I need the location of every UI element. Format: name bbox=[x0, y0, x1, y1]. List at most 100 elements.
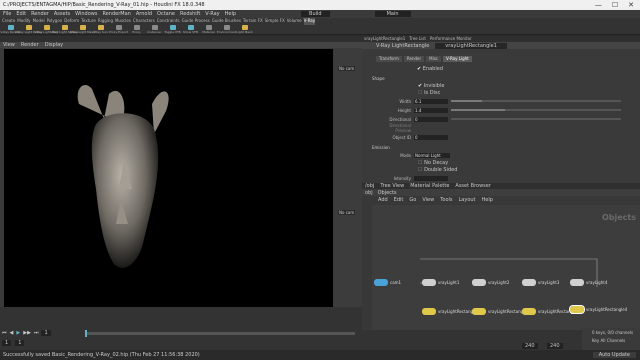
light-node[interactable] bbox=[570, 279, 584, 286]
menu-redshift[interactable]: Redshift bbox=[180, 11, 200, 17]
width-slider[interactable] bbox=[451, 100, 621, 102]
range-end[interactable]: 240 bbox=[547, 343, 563, 349]
menu-item[interactable]: Edit bbox=[394, 197, 404, 203]
shelf-tab[interactable]: Characters bbox=[133, 18, 155, 25]
directional-field[interactable]: 0 bbox=[414, 116, 448, 122]
menu-vray[interactable]: V-Ray bbox=[205, 11, 219, 17]
section-shape[interactable]: Shape bbox=[372, 76, 385, 81]
minimize-button[interactable]: — bbox=[595, 1, 602, 9]
viewport-menu[interactable]: Display bbox=[45, 42, 63, 48]
range-start[interactable]: 1 bbox=[15, 340, 25, 346]
playhead[interactable] bbox=[85, 330, 87, 337]
enabled-checkbox[interactable]: ✔ Enabled bbox=[417, 66, 443, 72]
shelf-tab[interactable]: Texture bbox=[81, 18, 96, 25]
height-slider[interactable] bbox=[451, 109, 621, 111]
menu-edit[interactable]: Edit bbox=[16, 11, 26, 17]
node-name-field[interactable]: vrayLightRectangle1 bbox=[435, 42, 507, 49]
light-rect-node[interactable] bbox=[522, 308, 536, 315]
auto-update-button[interactable]: Auto Update bbox=[592, 352, 636, 358]
shelf-tab[interactable]: Create bbox=[2, 18, 15, 25]
light-rect-node[interactable] bbox=[422, 308, 436, 315]
light-node[interactable] bbox=[422, 279, 436, 286]
shelf-tool[interactable]: Proxy bbox=[128, 25, 145, 35]
menu-assets[interactable]: Assets bbox=[54, 11, 70, 17]
object-id-field[interactable]: 0 bbox=[414, 134, 448, 140]
is-disc-checkbox[interactable]: ☐ Is Disc bbox=[418, 90, 440, 96]
maximize-button[interactable]: ☐ bbox=[612, 1, 618, 9]
play-icon[interactable]: ▶ bbox=[16, 330, 20, 336]
range-start[interactable]: 1 bbox=[2, 340, 12, 346]
path-item[interactable]: Objects bbox=[378, 190, 397, 196]
step-back-icon[interactable]: ◀ bbox=[10, 330, 14, 336]
shelf-tab[interactable]: Deform bbox=[64, 18, 79, 25]
menu-windows[interactable]: Windows bbox=[75, 11, 97, 17]
tab-misc[interactable]: Misc bbox=[426, 56, 442, 62]
width-field[interactable]: 6.1 bbox=[414, 98, 448, 104]
shelf-tab-vray[interactable]: V-Ray bbox=[303, 18, 316, 25]
camera-label[interactable]: No cam bbox=[338, 66, 356, 71]
shelf-tab[interactable]: Modify bbox=[17, 18, 30, 25]
range-end[interactable]: 240 bbox=[522, 343, 538, 349]
light-rect-node-selected[interactable] bbox=[569, 305, 585, 314]
shelf-tab[interactable]: Guide Process bbox=[182, 18, 210, 25]
menu-arnold[interactable]: Arnold bbox=[136, 11, 152, 17]
viewport-menu[interactable]: Render bbox=[21, 42, 39, 48]
no-decay-checkbox[interactable]: ☐ No Decay bbox=[418, 160, 448, 166]
shelf-tab[interactable]: Simple FX bbox=[265, 18, 285, 25]
menu-render[interactable]: Render bbox=[31, 11, 49, 17]
mode-dropdown[interactable]: Normal Light bbox=[414, 152, 450, 158]
intensity-field[interactable] bbox=[414, 175, 448, 181]
skip-end-icon[interactable]: ⏭ bbox=[34, 330, 39, 336]
menu-help[interactable]: Help bbox=[225, 11, 236, 17]
tab-render[interactable]: Render bbox=[403, 56, 425, 62]
build-dropdown[interactable]: Build bbox=[301, 11, 330, 17]
menu-item[interactable]: View bbox=[422, 197, 434, 203]
shelf-tool[interactable]: Proxy Export bbox=[109, 25, 128, 35]
network-canvas[interactable]: Objects cam1 vrayLight1 vrayLightRectang… bbox=[372, 205, 640, 348]
tab-transform[interactable]: Transform bbox=[376, 56, 402, 62]
shelf-tool[interactable]: VRay Sun bbox=[92, 25, 109, 35]
menu-octane[interactable]: Octane bbox=[157, 11, 175, 17]
camera-label[interactable]: No cam bbox=[338, 210, 356, 215]
menu-renderman[interactable]: RenderMan bbox=[102, 11, 130, 17]
viewport-menu[interactable]: View bbox=[3, 42, 15, 48]
height-field[interactable]: 1.4 bbox=[414, 107, 448, 113]
camera-node[interactable] bbox=[374, 279, 388, 286]
shelf-tab[interactable]: Guide Brushes bbox=[212, 18, 241, 25]
shelf-tool[interactable]: Show VFB bbox=[182, 25, 199, 35]
menu-file[interactable]: File bbox=[3, 11, 11, 17]
frame-field[interactable]: 1 bbox=[41, 330, 51, 336]
light-node[interactable] bbox=[522, 279, 536, 286]
light-node[interactable] bbox=[472, 279, 486, 286]
directional-slider[interactable] bbox=[451, 118, 621, 120]
shelf-tool[interactable]: VRay Light Mesh bbox=[70, 25, 95, 35]
step-forward-icon[interactable]: ▶▶ bbox=[23, 330, 31, 336]
shelf-tool[interactable]: Environment bbox=[217, 25, 236, 35]
light-rect-node[interactable] bbox=[472, 308, 486, 315]
shelf-tab[interactable]: Constraints bbox=[157, 18, 180, 25]
shelf-tool[interactable]: Material bbox=[200, 25, 217, 35]
shelf-tab[interactable]: Rigging bbox=[98, 18, 113, 25]
shelf-tab[interactable]: Muscles bbox=[115, 18, 131, 25]
tab-vray-light[interactable]: V-Ray Light bbox=[443, 56, 472, 62]
menu-item[interactable]: Go bbox=[409, 197, 416, 203]
path-item[interactable]: obj bbox=[365, 190, 373, 196]
menu-item[interactable]: Tools bbox=[440, 197, 452, 203]
shelf-tab[interactable]: Polygon bbox=[47, 18, 63, 25]
desktop-dropdown[interactable]: Main bbox=[374, 11, 411, 17]
menu-item[interactable]: Help bbox=[482, 197, 493, 203]
shelf-tab[interactable]: Model bbox=[33, 18, 45, 25]
close-button[interactable]: ✕ bbox=[628, 1, 634, 9]
skip-start-icon[interactable]: ⏮ bbox=[2, 330, 7, 336]
menu-item[interactable]: Layout bbox=[459, 197, 476, 203]
timeline-bar[interactable] bbox=[85, 330, 355, 337]
menu-item[interactable]: Add bbox=[378, 197, 388, 203]
render-view[interactable] bbox=[4, 49, 333, 307]
section-emission[interactable]: Emission bbox=[372, 145, 390, 150]
shelf-tab[interactable]: Volume bbox=[287, 18, 302, 25]
invisible-checkbox[interactable]: ✔ Invisible bbox=[418, 83, 444, 89]
shelf-tool[interactable]: Instancer bbox=[146, 25, 163, 35]
key-all-button[interactable]: Key All Channels bbox=[592, 338, 625, 343]
shelf-tool[interactable]: Light Mesh bbox=[236, 25, 253, 35]
double-sided-checkbox[interactable]: ☐ Double Sided bbox=[418, 167, 457, 173]
